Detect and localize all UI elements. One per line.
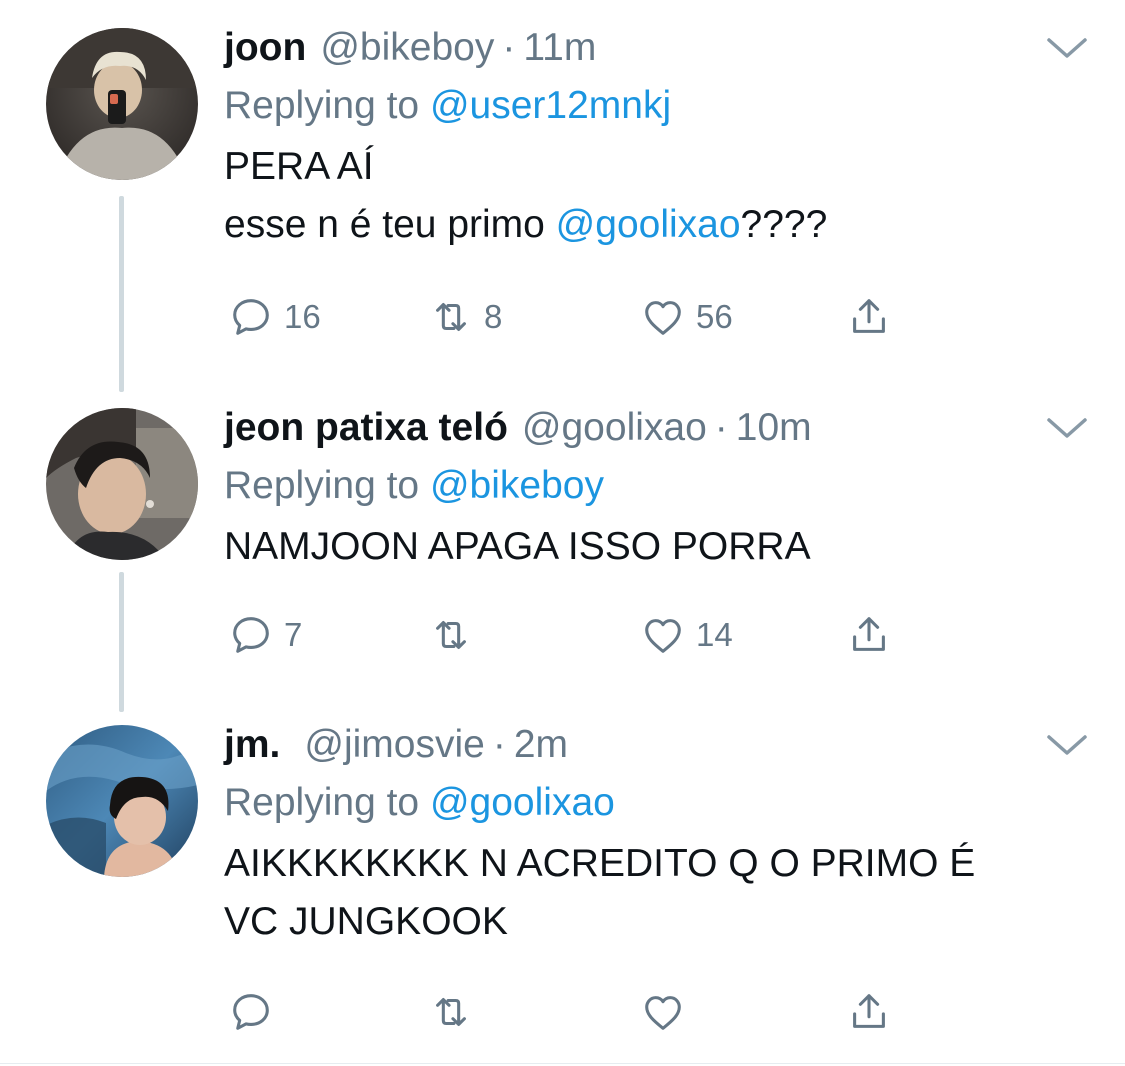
share-button[interactable] [846,987,892,1037]
tweet-text-line: VC JUNGKOOK [224,900,508,943]
avatar-photo [46,725,198,877]
tweet-header: joon @bikeboy · 11m [224,24,1085,72]
reply-count: 7 [284,616,303,653]
tweet-body: joon @bikeboy · 11m Replying to @user12m… [224,24,1085,254]
share-button[interactable] [846,610,892,660]
retweet-count: 8 [484,298,503,335]
like-count: 14 [696,616,733,653]
like-button[interactable]: 14 [640,610,733,660]
heart-icon [645,619,681,653]
tweet-text-line: PERA AÍ [224,145,374,188]
reply-icon [233,299,269,335]
separator-dot: · [714,406,728,449]
tweet-text: PERA AÍ esse n é teu primo @goolixao???? [224,138,1085,254]
tweet-text: NAMJOON APAGA ISSO PORRA [224,518,1085,576]
avatar[interactable] [46,725,198,877]
tweet-actions: 7 14 [224,610,904,660]
replying-to: Replying to @goolixao [224,779,1085,835]
replying-to-mention[interactable]: @goolixao [430,781,615,824]
chevron-down-icon[interactable] [1045,733,1089,757]
chevron-down-icon[interactable] [1045,416,1089,440]
tweet-header: jeon patixa teló @goolixao · 10m [224,404,1085,452]
separator-dot: · [492,723,506,766]
display-name[interactable]: jeon patixa teló [224,404,508,452]
mention-link[interactable]: @goolixao [556,203,741,246]
user-handle[interactable]: @jimosvie [304,721,484,769]
tweet-text-line: NAMJOON APAGA ISSO PORRA [224,525,811,568]
reply-count: 16 [284,298,321,335]
replying-to-mention[interactable]: @bikeboy [430,464,604,507]
avatar-photo [46,28,198,180]
avatar-photo [46,408,198,560]
tweet-body: jeon patixa teló @goolixao · 10m Replyin… [224,404,1085,576]
timestamp[interactable]: 2m [514,721,568,769]
heart-icon [645,301,681,335]
chevron-down-icon[interactable] [1045,36,1089,60]
tweet-actions: 16 8 56 [224,292,904,342]
user-handle[interactable]: @goolixao [522,404,707,452]
tweet-text-line: AIKKKKKKKK N ACREDITO Q O PRIMO É [224,842,976,885]
tweet[interactable]: jm. @jimosvie · 2m Replying to @goolixao… [0,697,1125,1063]
tweet-text-line: esse n é teu primo @goolixao???? [224,196,1085,254]
replying-to: Replying to @user12mnkj [224,82,1085,138]
tweet-text: AIKKKKKKKK N ACREDITO Q O PRIMO É VC JUN… [224,835,1085,951]
tweet-thread: joon @bikeboy · 11m Replying to @user12m… [0,0,1125,1066]
share-icon [853,617,885,651]
retweet-icon [436,621,466,649]
replying-to-label: Replying to [224,464,430,507]
replying-to-label: Replying to [224,84,430,127]
separator-dot: · [502,26,516,69]
retweet-button[interactable] [428,610,484,660]
retweet-button[interactable] [428,987,484,1037]
tweet-actions [224,987,904,1037]
tweet[interactable]: jeon patixa teló @goolixao · 10m Replyin… [0,380,1125,710]
user-handle[interactable]: @bikeboy [320,24,494,72]
replying-to: Replying to @bikeboy [224,462,1085,518]
tweet-text-segment: ???? [740,203,828,246]
like-button[interactable] [640,987,696,1037]
share-icon [853,994,885,1028]
timestamp[interactable]: 10m [736,404,812,452]
retweet-button[interactable]: 8 [428,292,502,342]
share-button[interactable] [846,292,892,342]
reply-button[interactable] [228,987,284,1037]
retweet-icon [436,998,466,1026]
tweet-text-segment: esse n é teu primo [224,203,556,246]
share-icon [853,299,885,333]
tweet[interactable]: joon @bikeboy · 11m Replying to @user12m… [0,0,1125,380]
heart-icon [645,996,681,1030]
retweet-icon [436,303,466,331]
divider [0,1063,1125,1064]
tweet-body: jm. @jimosvie · 2m Replying to @goolixao… [224,721,1085,951]
reply-icon [233,617,269,653]
avatar[interactable] [46,408,198,560]
like-button[interactable]: 56 [640,292,733,342]
display-name[interactable]: joon [224,24,306,72]
replying-to-mention[interactable]: @user12mnkj [430,84,671,127]
avatar[interactable] [46,28,198,180]
reply-button[interactable]: 16 [228,292,321,342]
like-count: 56 [696,298,733,335]
display-name[interactable]: jm. [224,721,280,769]
replying-to-label: Replying to [224,781,430,824]
tweet-header: jm. @jimosvie · 2m [224,721,1085,769]
reply-icon [233,994,269,1030]
reply-button[interactable]: 7 [228,610,302,660]
timestamp[interactable]: 11m [523,24,596,72]
